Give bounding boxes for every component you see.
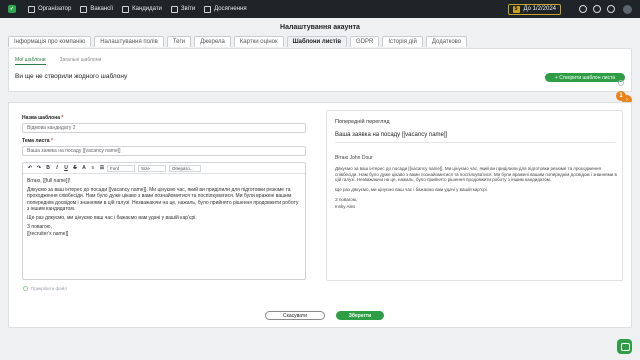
people-icon — [122, 5, 130, 13]
nav-item-label: Звіти — [180, 6, 196, 12]
align-icon[interactable]: ≡ — [89, 164, 97, 172]
nav-item-candidates[interactable]: Кандидати — [122, 5, 162, 13]
editor-toolbar: ↶ ↷ B I U S A ≡ ☰ Font Size Операто... — [23, 163, 305, 174]
template-editor-card: Назва шаблона * Відмова кандидату 2 Тема… — [8, 102, 632, 328]
tab-field-settings[interactable]: Налаштування полів — [94, 36, 164, 47]
dollar-icon: $ — [512, 5, 520, 13]
top-navbar: ✓ Організатор Вакансії Кандидати Звіти Д… — [0, 0, 640, 18]
templates-list-card: Мої шаблони Загальні шаблони Ви ще не ст… — [8, 48, 632, 92]
attach-file-link[interactable]: Прикріпити файл — [23, 286, 67, 291]
nav-item-label: Організатор — [38, 6, 72, 12]
tab-action-history[interactable]: Історія дій — [382, 36, 423, 47]
email-greeting: Вітаю, [[full name]]! — [27, 178, 71, 184]
font-select[interactable]: Font — [107, 164, 135, 172]
nav-item-reports[interactable]: Звіти — [170, 5, 196, 13]
tab-additional[interactable]: Додатково — [425, 36, 468, 47]
nav-item-label: Досягнення — [214, 6, 247, 12]
italic-button[interactable]: I — [53, 164, 61, 172]
preview-greeting: Вітаю John Dour — [335, 155, 373, 161]
preview-paragraph: Ще раз дякуємо, ми цінуємо ваш час і баж… — [335, 187, 488, 193]
email-paragraph: Дякуємо за ваш інтерес до посади [[vacan… — [27, 187, 299, 212]
redo-icon[interactable]: ↷ — [35, 164, 43, 172]
tab-company-info[interactable]: Інформація про компанію — [8, 36, 92, 47]
settings-gear-icon[interactable] — [618, 80, 624, 86]
chart-icon — [170, 5, 178, 13]
preview-body: Вітаю John Dour Дякуємо за ваш інтерес д… — [335, 155, 617, 214]
template-name-input[interactable]: Відмова кандидату 2 — [22, 123, 306, 133]
email-closing: З повагою, — [27, 224, 52, 231]
tab-sources[interactable]: Джерела — [194, 36, 231, 47]
nav-item-vacancies[interactable]: Вакансії — [80, 5, 114, 13]
rich-text-editor[interactable]: ↶ ↷ B I U S A ≡ ☰ Font Size Операто... В… — [22, 162, 306, 280]
tab-scorecards[interactable]: Картки оцінок — [233, 36, 284, 47]
chat-icon[interactable] — [617, 339, 632, 354]
preview-paragraph: Дякуємо за ваш інтерес до посади [[vacan… — [335, 165, 617, 183]
tab-email-templates[interactable]: Шаблони листів — [286, 36, 348, 47]
subscription-date-chip[interactable]: $ До 1/2/2024 — [507, 3, 561, 15]
preview-closing: З повагою, — [335, 196, 358, 202]
cancel-button[interactable]: Скасувати — [265, 311, 325, 320]
briefcase-icon — [80, 5, 88, 13]
preview-panel: Попередній перегляд Вашa заявка на посад… — [326, 110, 623, 281]
variables-select[interactable]: Операто... — [169, 164, 201, 172]
organizer-icon — [28, 5, 35, 13]
template-name-label: Назва шаблона * — [22, 115, 64, 121]
bold-button[interactable]: B — [44, 164, 52, 172]
underline-button[interactable]: U — [62, 164, 70, 172]
avatar[interactable] — [623, 4, 632, 14]
list-icon[interactable]: ☰ — [98, 164, 106, 172]
nav-item-organizer[interactable]: Організатор — [28, 5, 72, 13]
subscription-date: До 1/2/2024 — [523, 6, 557, 12]
undo-icon[interactable]: ↶ — [26, 164, 34, 172]
subtab-shared-templates[interactable]: Загальні шаблони — [60, 57, 102, 65]
editor-content[interactable]: Вітаю, [[full name]]! Дякуємо за ваш інт… — [23, 174, 305, 245]
nav-item-achievements[interactable]: Досягнення — [204, 5, 247, 13]
preview-title: Попередній перегляд — [335, 119, 390, 125]
tab-gdpr[interactable]: GDPR — [350, 36, 380, 47]
help-icon[interactable] — [593, 5, 601, 13]
strikethrough-button[interactable]: S — [71, 164, 79, 172]
size-select[interactable]: Size — [138, 164, 166, 172]
app-logo-icon[interactable]: ✓ — [8, 5, 16, 13]
nav-item-label: Кандидати — [132, 6, 162, 12]
paperclip-icon — [23, 286, 28, 291]
trophy-icon — [204, 5, 212, 13]
subtab-my-templates[interactable]: Мої шаблони — [15, 57, 46, 65]
bell-icon[interactable] — [579, 5, 587, 13]
create-template-button[interactable]: + Створити шаблон листа — [545, 73, 625, 82]
divider — [335, 142, 615, 143]
page-title: Налаштування акаунта — [280, 24, 360, 31]
text-color-button[interactable]: A — [80, 164, 88, 172]
tab-tags[interactable]: Теги — [166, 36, 192, 47]
email-paragraph: Ще раз дякуємо, ми цінуємо ваш час і баж… — [27, 215, 197, 222]
save-button[interactable]: Зберегти — [336, 311, 384, 320]
email-subject-label: Тема листа * — [22, 138, 53, 144]
email-signature: [[recruiter's name]] — [27, 231, 69, 238]
nav-item-label: Вакансії — [90, 6, 114, 12]
preview-signature: Insky Alex — [335, 203, 356, 209]
gear-icon[interactable] — [607, 5, 615, 13]
settings-tabs: Інформація про компанію Налаштування пол… — [8, 36, 468, 47]
preview-subject: Вашa заявка на посаду [[vacancy name]] — [335, 132, 448, 138]
email-subject-input[interactable]: Вашa заявка на посаду [[vacancy name]] — [22, 146, 306, 156]
empty-state-text: Ви ще не створили жодного шаблону — [15, 73, 128, 80]
